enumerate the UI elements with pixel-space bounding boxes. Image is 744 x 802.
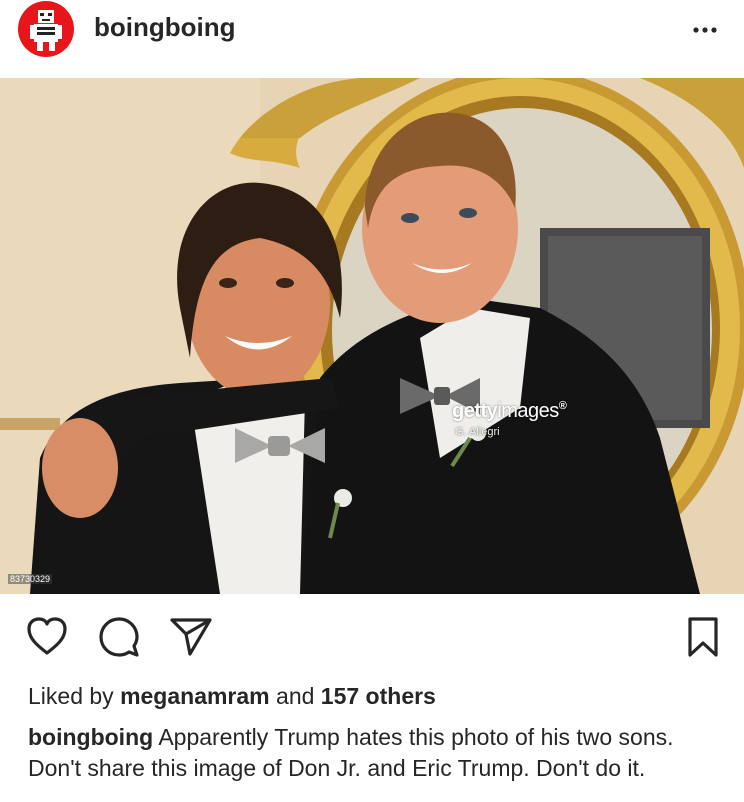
likes-line: Liked by meganamram and 157 others xyxy=(28,683,436,710)
robot-logo-icon xyxy=(30,10,62,51)
watermark-text: gettyimages® xyxy=(452,400,567,423)
likes-count[interactable]: 157 others xyxy=(321,683,436,709)
action-bar xyxy=(0,594,744,674)
comment-icon[interactable] xyxy=(98,616,140,663)
likes-prefix: Liked by xyxy=(28,683,114,709)
post-header: boingboing xyxy=(0,0,744,78)
watermark-mark: ® xyxy=(558,400,567,412)
avatar[interactable] xyxy=(18,1,74,57)
liker-username[interactable]: meganamram xyxy=(120,683,270,709)
caption-username[interactable]: boingboing xyxy=(28,724,153,750)
send-icon[interactable] xyxy=(168,616,214,663)
watermark-light: images xyxy=(497,400,559,422)
post-caption: boingboing Apparently Trump hates this p… xyxy=(28,722,718,784)
photo-illustration xyxy=(0,78,744,594)
bookmark-icon[interactable] xyxy=(686,616,720,663)
photo-credit: G. Allegri xyxy=(455,426,500,438)
post-username[interactable]: boingboing xyxy=(94,12,236,43)
heart-icon[interactable] xyxy=(26,616,68,661)
more-horizontal-icon[interactable] xyxy=(690,14,722,42)
post-photo[interactable]: gettyimages® G. Allegri 83730329 xyxy=(0,78,744,594)
likes-middle: and xyxy=(276,683,315,709)
watermark-bold: getty xyxy=(452,400,498,422)
image-id: 83730329 xyxy=(8,574,53,584)
